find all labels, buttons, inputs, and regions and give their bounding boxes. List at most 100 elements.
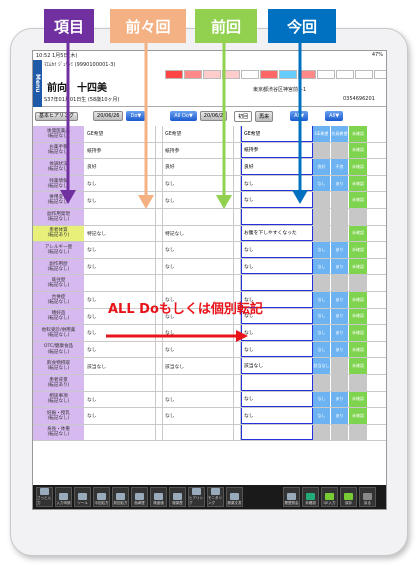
current-value-input[interactable] xyxy=(241,208,313,225)
prev-transfer-check[interactable] xyxy=(234,242,241,258)
prev-transfer-check[interactable] xyxy=(234,175,241,192)
prev-transfer-check[interactable] xyxy=(234,258,241,275)
option-button-1[interactable]: なし xyxy=(313,341,331,358)
prev2-transfer-check[interactable] xyxy=(156,341,163,358)
confirm-status-button[interactable] xyxy=(349,424,367,441)
option-button-1[interactable]: 該当なし xyxy=(313,358,331,374)
row-item-label[interactable]: アレルギー歴 (転記なし) xyxy=(33,242,85,258)
bottom-button[interactable]: ヒアリング xyxy=(188,487,205,507)
option-button-2[interactable] xyxy=(331,424,349,441)
prev-transfer-check[interactable] xyxy=(234,225,241,242)
confirm-status-button[interactable]: 未確認 xyxy=(349,225,367,242)
confirm-status-button[interactable] xyxy=(349,374,367,391)
confirm-status-button[interactable]: 未確認 xyxy=(349,258,367,275)
confirm-status-button[interactable]: 未確認 xyxy=(349,391,367,408)
option-button-1[interactable]: なし xyxy=(313,391,331,408)
confirm-status-button[interactable]: 未確認 xyxy=(349,291,367,308)
bottom-button[interactable]: 未確認 xyxy=(302,487,319,507)
bottom-button[interactable]: 服薬文書 xyxy=(226,487,243,507)
do-button[interactable]: Do▼ xyxy=(126,111,146,121)
prev-transfer-check[interactable] xyxy=(234,275,241,291)
bottom-button[interactable]: 指導歴 xyxy=(131,487,148,507)
row-item-label[interactable]: 副作用発現 (転記なし) xyxy=(33,208,85,225)
bottom-button[interactable]: 戻る xyxy=(359,487,376,507)
bottom-button[interactable]: 前回処方 xyxy=(112,487,129,507)
prev-transfer-check[interactable] xyxy=(234,408,241,424)
row-item-label[interactable]: 飲食物摂取 (転記なし) xyxy=(33,358,85,374)
current-value-input[interactable]: なし xyxy=(241,192,313,208)
current-value-input[interactable]: 良好 xyxy=(241,159,313,175)
row-item-label[interactable]: 相談事項 (転記なし) xyxy=(33,391,85,408)
bottom-button[interactable]: 検査値 xyxy=(150,487,167,507)
prev2-transfer-check[interactable] xyxy=(156,408,163,424)
bottom-button[interactable] xyxy=(245,487,262,507)
prev2-transfer-check[interactable] xyxy=(156,275,163,291)
prev-transfer-check[interactable] xyxy=(234,208,241,225)
option-button-1[interactable] xyxy=(313,275,331,291)
menu-tab[interactable]: Menu xyxy=(33,60,42,107)
current-value-input[interactable]: なし xyxy=(241,391,313,408)
revisit-toggle[interactable]: 再来 xyxy=(255,110,274,122)
option-button-1[interactable] xyxy=(313,142,331,159)
confirm-status-button[interactable]: 未確認 xyxy=(349,192,367,208)
all-button-2[interactable]: All▼ xyxy=(325,111,344,121)
option-button-1[interactable] xyxy=(313,374,331,391)
row-item-label[interactable]: 患者背景 (転記あり) xyxy=(33,374,85,391)
prev2-transfer-check[interactable] xyxy=(156,208,163,225)
row-item-label[interactable]: 妊娠・授乳 (転記なし) xyxy=(33,408,85,424)
bottom-button[interactable]: QE入力 xyxy=(321,487,338,507)
prev-transfer-check[interactable] xyxy=(234,192,241,208)
option-button-2[interactable]: 先発希望 xyxy=(331,126,349,142)
first-visit-toggle[interactable]: 初回 xyxy=(234,110,253,122)
current-value-input[interactable]: なし xyxy=(241,242,313,258)
bottom-button[interactable]: 今回処方 xyxy=(93,487,110,507)
prev-transfer-check[interactable] xyxy=(234,424,241,441)
current-value-input[interactable]: GE希望 xyxy=(241,126,313,142)
confirm-status-button[interactable]: 未確認 xyxy=(349,308,367,325)
option-button-1[interactable]: 良好 xyxy=(313,159,331,175)
option-button-2[interactable] xyxy=(331,192,349,208)
confirm-status-button[interactable]: 未確認 xyxy=(349,325,367,341)
row-item-label[interactable]: 他科受診/併用薬 (転記なし) xyxy=(33,325,85,341)
current-value-input[interactable]: 紙持参 xyxy=(241,142,313,159)
prev2-transfer-check[interactable] xyxy=(156,358,163,374)
confirm-status-button[interactable]: 未確認 xyxy=(349,126,367,142)
option-button-2[interactable] xyxy=(331,142,349,159)
current-value-input[interactable] xyxy=(241,275,313,291)
row-item-label[interactable]: お薬手帳 (転記なし) xyxy=(33,142,85,159)
row-item-label[interactable]: 併用変化 (転記なし) xyxy=(33,192,85,208)
prev-transfer-check[interactable] xyxy=(234,325,241,341)
option-button-1[interactable]: なし xyxy=(313,325,331,341)
prev-transfer-check[interactable] xyxy=(234,126,241,142)
prev2-transfer-check[interactable] xyxy=(156,242,163,258)
prev2-transfer-check[interactable] xyxy=(156,142,163,159)
row-item-label[interactable]: 副作用歴 (転記なし) xyxy=(33,258,85,275)
option-button-1[interactable]: GE希望 xyxy=(313,126,331,142)
row-item-label[interactable]: 体調状況 (転記なし) xyxy=(33,159,85,175)
bottom-button[interactable]: モニタリング xyxy=(207,487,224,507)
current-value-input[interactable]: なし xyxy=(241,325,313,341)
option-button-1[interactable] xyxy=(313,424,331,441)
bottom-button[interactable] xyxy=(264,487,281,507)
option-button-2[interactable] xyxy=(331,374,349,391)
row-item-label[interactable]: 合併症 (転記なし) xyxy=(33,291,85,308)
bottom-button[interactable]: ツール xyxy=(74,487,91,507)
prev-transfer-check[interactable] xyxy=(234,374,241,391)
confirm-status-button[interactable]: 未確認 xyxy=(349,408,367,424)
option-button-1[interactable]: なし xyxy=(313,175,331,192)
option-button-1[interactable]: なし xyxy=(313,242,331,258)
current-value-input[interactable]: なし xyxy=(241,258,313,275)
current-value-input[interactable]: お腹を下しやすくなった xyxy=(241,225,313,242)
prev-transfer-check[interactable] xyxy=(234,341,241,358)
prev2-transfer-check[interactable] xyxy=(156,391,163,408)
prev-date[interactable]: 20/06/2 xyxy=(199,111,228,121)
prev2-transfer-check[interactable] xyxy=(156,374,163,391)
prev2-transfer-check[interactable] xyxy=(156,126,163,142)
section-button[interactable]: 基本ヒアリング xyxy=(35,111,79,121)
row-item-label[interactable]: OTC/健康食品 (転記なし) xyxy=(33,341,85,358)
option-button-2[interactable] xyxy=(331,208,349,225)
confirm-status-button[interactable]: 未確認 xyxy=(349,142,367,159)
option-button-1[interactable]: なし xyxy=(313,291,331,308)
prev-transfer-check[interactable] xyxy=(234,159,241,175)
confirm-status-button[interactable] xyxy=(349,275,367,291)
